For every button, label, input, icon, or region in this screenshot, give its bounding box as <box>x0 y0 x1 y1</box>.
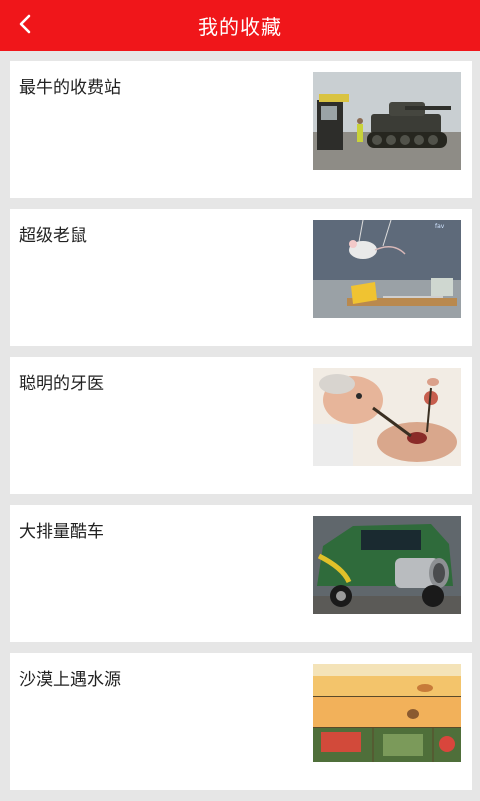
list-item[interactable]: 聪明的牙医 <box>10 357 472 494</box>
item-thumbnail <box>313 664 461 762</box>
app-header: 我的收藏 <box>0 0 480 51</box>
list-item[interactable]: 超级老鼠 fav <box>10 209 472 346</box>
item-title: 大排量酷车 <box>19 522 104 542</box>
back-button[interactable] <box>10 9 40 39</box>
item-thumbnail: fav <box>313 220 461 318</box>
item-title: 超级老鼠 <box>19 226 87 246</box>
item-thumbnail <box>313 516 461 614</box>
item-thumbnail <box>313 72 461 170</box>
page-title: 我的收藏 <box>198 15 282 39</box>
list-item[interactable]: 沙漠上遇水源 <box>10 653 472 790</box>
item-title: 最牛的收费站 <box>19 78 121 98</box>
list-item[interactable]: 最牛的收费站 <box>10 61 472 198</box>
list-item[interactable]: 大排量酷车 <box>10 505 472 642</box>
favorites-list: 最牛的收费站 超级老鼠 fav 聪明的牙医 大排量酷车 沙漠上遇水源 <box>10 61 472 801</box>
svg-text:fav: fav <box>435 223 445 230</box>
item-title: 聪明的牙医 <box>19 374 104 394</box>
item-thumbnail <box>313 368 461 466</box>
item-title: 沙漠上遇水源 <box>19 670 121 690</box>
chevron-left-icon <box>19 14 31 34</box>
